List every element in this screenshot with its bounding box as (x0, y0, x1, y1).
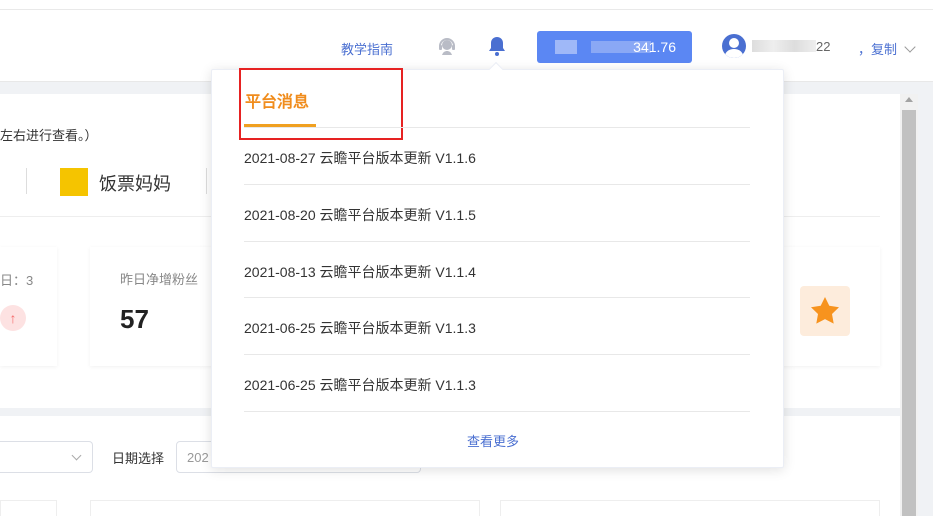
scrollbar-thumb[interactable] (902, 110, 916, 516)
avatar-icon[interactable] (722, 34, 746, 58)
list-card (90, 500, 480, 516)
scroll-up-icon[interactable] (905, 97, 913, 102)
support-icon[interactable] (437, 36, 457, 56)
date-label: 日期选择 (112, 451, 165, 466)
select-dropdown[interactable] (0, 441, 93, 473)
view-more-link[interactable]: 查看更多 (467, 431, 519, 450)
stat-label: 昨日净增粉丝 (120, 272, 199, 287)
copy-link[interactable]: ，复制 (858, 39, 897, 58)
list-card (0, 500, 57, 516)
brand-logo[interactable] (60, 168, 88, 196)
star-icon-box (800, 286, 850, 336)
balance-value: 341.76 (633, 39, 676, 55)
list-item[interactable]: 2021-08-13 云瞻平台版本更新 V1.1.4 (244, 241, 750, 298)
divider (26, 168, 27, 194)
scroll-hint: 左右进行查看。） (0, 128, 98, 143)
guide-link[interactable]: 教学指南 (341, 39, 393, 58)
message-text: 2021-06-25 云瞻平台版本更新 V1.1.3 (244, 377, 476, 393)
user-name: 22 (816, 39, 831, 54)
blurred-username (752, 40, 816, 52)
arrow-up-icon: ↑ (0, 305, 26, 331)
blurred-text (555, 40, 577, 54)
brand-name[interactable]: 饭票妈妈 (99, 170, 171, 196)
browser-strip (0, 0, 933, 10)
bell-icon[interactable] (487, 35, 507, 57)
message-text: 2021-08-13 云瞻平台版本更新 V1.1.4 (244, 264, 476, 280)
message-text: 2021-08-20 云瞻平台版本更新 V1.1.5 (244, 207, 476, 223)
balance-button[interactable]: 341.76 (537, 31, 692, 63)
message-text: 2021-08-27 云瞻平台版本更新 V1.1.6 (244, 150, 476, 166)
stat-card (90, 247, 220, 366)
stat-value: 57 (120, 304, 149, 334)
divider (244, 411, 750, 412)
message-text: 2021-06-25 云瞻平台版本更新 V1.1.3 (244, 320, 476, 336)
stat-label: 日：3 (0, 273, 34, 288)
list-item[interactable]: 2021-08-20 云瞻平台版本更新 V1.1.5 (244, 184, 750, 241)
list-card (500, 500, 880, 516)
chevron-down-icon (71, 450, 82, 461)
list-item[interactable]: 2021-08-27 云瞻平台版本更新 V1.1.6 (244, 127, 750, 184)
star-icon (811, 297, 839, 324)
divider (206, 168, 207, 194)
date-value: 202 (187, 450, 209, 465)
list-item[interactable]: 2021-06-25 云瞻平台版本更新 V1.1.3 (244, 354, 750, 411)
list-item[interactable]: 2021-06-25 云瞻平台版本更新 V1.1.3 (244, 297, 750, 354)
